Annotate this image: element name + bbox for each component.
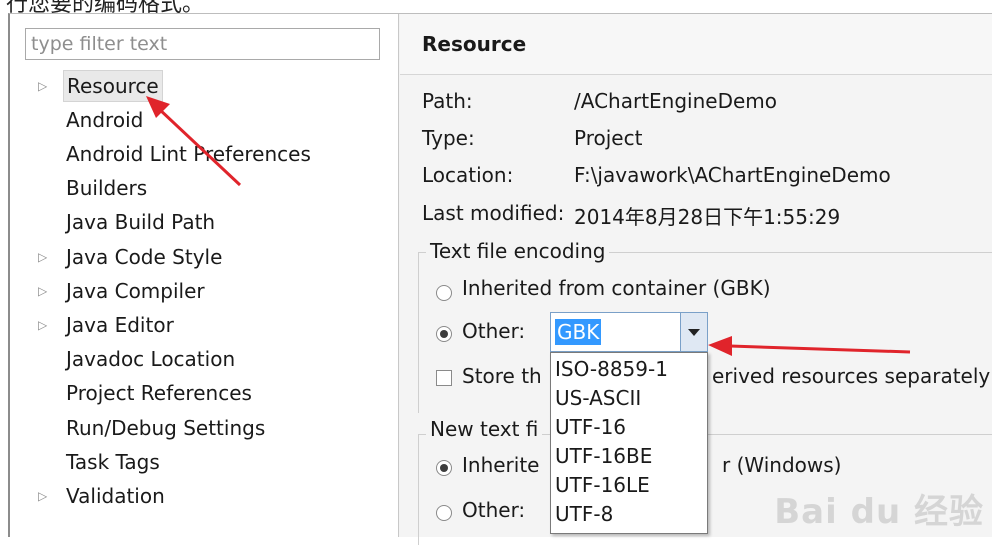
tree-item-label: Java Editor	[66, 313, 174, 337]
tree-item-label: Run/Debug Settings	[66, 416, 266, 440]
encoding-option[interactable]: ISO-8859-1	[555, 355, 668, 384]
tree-item-label: Java Build Path	[66, 210, 216, 234]
other-delimiter-radio[interactable]	[436, 505, 452, 521]
encoding-combo-value: GBK	[555, 319, 602, 345]
tree-item-android-lint-preferences[interactable]: Android Lint Preferences	[10, 138, 398, 170]
encoding-dropdown-list: ISO-8859-1 US-ASCII UTF-16 UTF-16BE UTF-…	[550, 352, 708, 534]
inherited-encoding-label: Inherited from container (GBK)	[462, 276, 771, 300]
tree-item-label: Project References	[66, 381, 252, 405]
filter-input[interactable]	[26, 29, 379, 59]
encoding-option[interactable]: UTF-16	[555, 413, 626, 442]
encoding-option[interactable]: US-ASCII	[555, 384, 641, 413]
inherited-encoding-radio[interactable]	[436, 285, 452, 301]
tree-item-builders[interactable]: Builders	[10, 172, 398, 204]
page-title: Resource	[422, 32, 527, 56]
prop-value: F:\javawork\AChartEngineDemo	[574, 163, 891, 187]
tree-item-validation[interactable]: ▷ Validation	[10, 480, 398, 512]
other-delimiter-label: Other:	[462, 498, 526, 522]
chevron-down-icon[interactable]	[680, 313, 707, 351]
tree-item-label: Task Tags	[66, 450, 160, 474]
page-header: Resource	[400, 14, 992, 75]
tree-item-label: Android	[66, 108, 144, 132]
prop-key: Path:	[422, 89, 473, 113]
tree-item-label: Validation	[66, 484, 165, 508]
inherited-delimiter-label: Inherite	[462, 453, 540, 477]
tree-item-task-tags[interactable]: Task Tags	[10, 446, 398, 478]
prop-value: 2014年8月28日下午1:55:29	[574, 205, 841, 229]
tree-item-java-editor[interactable]: ▷ Java Editor	[10, 309, 398, 341]
prop-key: Last modified:	[422, 201, 565, 225]
encoding-option[interactable]: UTF-16BE	[555, 442, 652, 471]
prop-key: Type:	[422, 126, 475, 150]
expand-triangle-icon[interactable]: ▷	[38, 70, 54, 102]
encoding-option[interactable]: UTF-8	[555, 500, 613, 529]
expand-triangle-icon[interactable]: ▷	[38, 241, 54, 273]
tree-item-label: Builders	[66, 176, 148, 200]
prop-key: Location:	[422, 163, 514, 187]
store-derived-checkbox[interactable]	[436, 370, 452, 386]
tree-item-java-code-style[interactable]: ▷ Java Code Style	[10, 241, 398, 273]
inherited-delimiter-label-right: r (Windows)	[722, 453, 842, 477]
tree-item-android[interactable]: Android	[10, 104, 398, 136]
prop-value: Project	[574, 126, 643, 150]
store-derived-label-right: erived resources separately	[712, 364, 991, 388]
tree-item-java-compiler[interactable]: ▷ Java Compiler	[10, 275, 398, 307]
properties-dialog: ▷ Resource Android Android Lint Preferen…	[8, 13, 992, 545]
store-derived-label-left: Store th	[462, 364, 542, 388]
other-encoding-label: Other:	[462, 319, 526, 343]
left-panel: ▷ Resource Android Android Lint Preferen…	[10, 14, 399, 537]
filter-box[interactable]	[25, 28, 380, 60]
tree-item-label: Java Code Style	[66, 245, 223, 269]
tree-item-label: Java Compiler	[66, 279, 205, 303]
other-encoding-radio[interactable]	[436, 326, 452, 342]
resource-page: Resource Path: /AChartEngineDemo Type: P…	[400, 14, 992, 545]
expand-triangle-icon[interactable]: ▷	[38, 480, 54, 512]
expand-triangle-icon[interactable]: ▷	[38, 309, 54, 341]
tree-item-javadoc-location[interactable]: Javadoc Location	[10, 343, 398, 375]
inherited-delimiter-radio[interactable]	[436, 460, 452, 476]
text-encoding-title: Text file encoding	[426, 239, 610, 263]
tree-item-label: Javadoc Location	[66, 347, 236, 371]
tree-item-label: Android Lint Preferences	[66, 142, 311, 166]
tree-item-java-build-path[interactable]: Java Build Path	[10, 206, 398, 238]
expand-triangle-icon[interactable]: ▷	[38, 275, 54, 307]
tree-item-resource[interactable]: ▷ Resource	[10, 70, 398, 102]
encoding-option[interactable]: UTF-16LE	[555, 471, 650, 500]
prop-value: /AChartEngineDemo	[574, 89, 777, 113]
tree-item-run-debug-settings[interactable]: Run/Debug Settings	[10, 412, 398, 444]
baidu-watermark-logo: Bai du 经验	[774, 492, 984, 532]
tree-item-project-references[interactable]: Project References	[10, 377, 398, 409]
line-delimiter-title: New text fi	[426, 417, 543, 441]
tree-item-label: Resource	[63, 70, 163, 102]
encoding-combo[interactable]: GBK	[550, 312, 708, 352]
